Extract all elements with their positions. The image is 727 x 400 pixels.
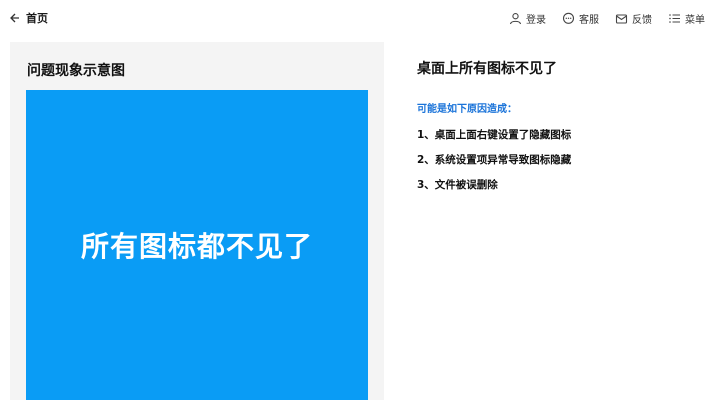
feedback-icon (615, 13, 628, 24)
cause-heading: 可能是如下原因造成： (417, 104, 517, 115)
top-bar: 首页 登录 客服 反馈 菜单 (0, 0, 727, 36)
service-button[interactable]: 客服 (562, 11, 599, 26)
page-title: 桌面上所有图标不见了 (417, 61, 557, 77)
home-link[interactable]: 首页 (8, 10, 48, 26)
login-button[interactable]: 登录 (509, 11, 546, 26)
list-item: 1、桌面上面右键设置了隐藏图标 (417, 129, 572, 141)
service-label: 客服 (579, 14, 599, 26)
home-label: 首页 (26, 12, 48, 25)
list-item: 2、系统设置项异常导致图标隐藏 (417, 154, 572, 166)
back-arrow-icon (10, 13, 19, 23)
menu-icon (669, 13, 680, 23)
top-actions: 登录 客服 反馈 菜单 (509, 11, 719, 26)
chat-icon (562, 12, 575, 24)
feedback-button[interactable]: 反馈 (615, 11, 652, 26)
menu-button[interactable]: 菜单 (668, 11, 705, 26)
feedback-label: 反馈 (632, 14, 652, 26)
cause-list: 1、桌面上面右键设置了隐藏图标 2、系统设置项异常导致图标隐藏 3、文件被误删除 (417, 127, 717, 192)
problem-illustration-panel: 问题现象示意图 所有图标都不见了 (10, 42, 384, 400)
list-item: 3、文件被误删除 (417, 179, 498, 191)
panel-title: 问题现象示意图 (27, 63, 125, 79)
problem-description: 桌面上所有图标不见了 可能是如下原因造成： 1、桌面上面右键设置了隐藏图标 2、… (417, 58, 717, 202)
login-label: 登录 (526, 14, 546, 26)
illustration-text: 所有图标都不见了 (80, 230, 313, 263)
menu-label: 菜单 (685, 14, 705, 26)
illustration-image: 所有图标都不见了 (26, 90, 368, 400)
user-icon (509, 12, 522, 24)
